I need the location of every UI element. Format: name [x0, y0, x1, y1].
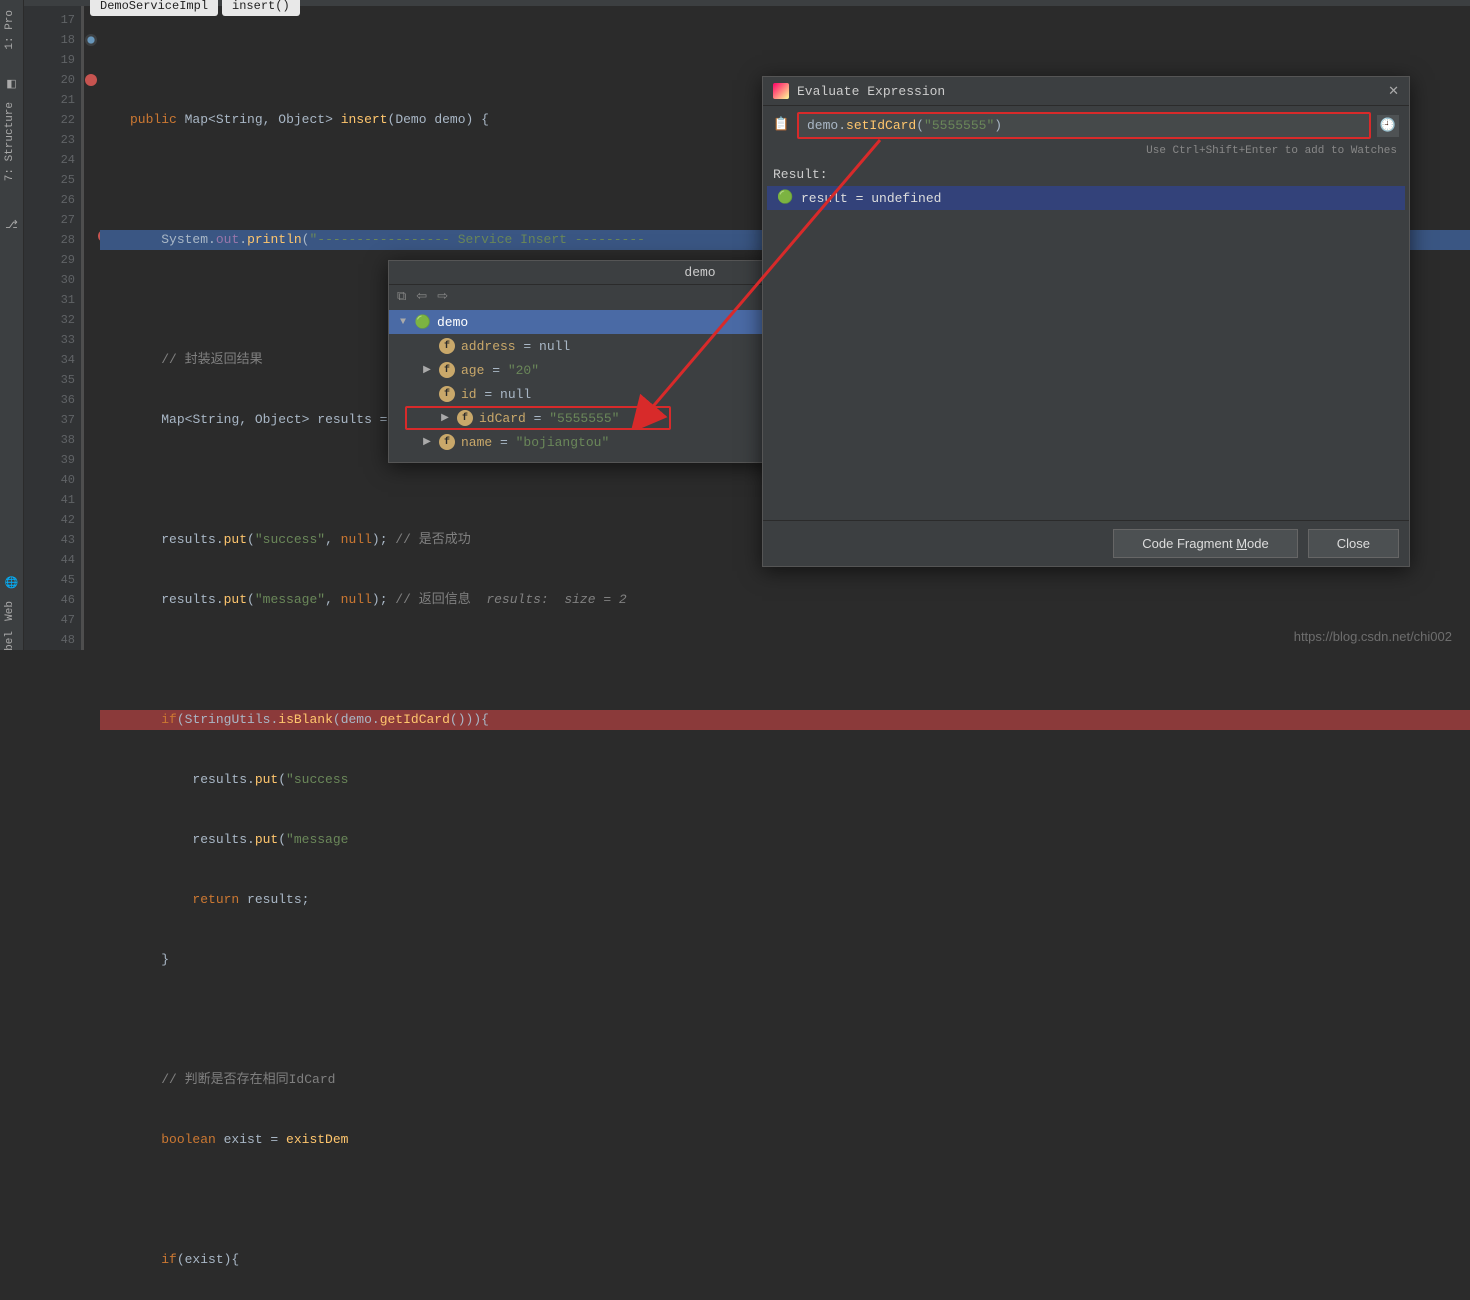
expression-input[interactable]: demo.setIdCard("5555555") [797, 112, 1371, 139]
class-icon: 🟢 [415, 314, 431, 330]
result-area [763, 210, 1409, 520]
breadcrumb: DemoServiceImpl insert() [90, 0, 300, 16]
mode-icon[interactable]: 📋 [773, 117, 791, 135]
field-icon: f [439, 338, 455, 354]
tool-window-project[interactable]: 1: Pro [4, 10, 16, 50]
result-label: Result: [763, 163, 1409, 186]
dialog-titlebar[interactable]: Evaluate Expression ✕ [763, 77, 1409, 106]
field-icon: f [439, 434, 455, 450]
field-icon: f [457, 410, 473, 426]
graph-icon[interactable]: ⎇ [4, 217, 20, 233]
result-icon: 🟢 [777, 190, 793, 206]
field-icon: f [439, 386, 455, 402]
code-line-breakpoint: if(StringUtils.isBlank(demo.getIdCard())… [100, 710, 1470, 730]
tree-field-highlighted[interactable]: ▶ f idCard = "5555555" [405, 406, 671, 430]
copy-icon[interactable]: ⧉ [397, 289, 406, 304]
field-icon: f [439, 362, 455, 378]
watermark: https://blog.csdn.net/chi002 [1294, 629, 1452, 644]
tool-window-bel[interactable]: bel [4, 631, 16, 651]
structure-icon[interactable]: ◧ [4, 76, 20, 92]
result-row[interactable]: 🟢 result = undefined [767, 186, 1405, 210]
expand-icon[interactable]: ▼ [397, 317, 409, 328]
history-icon[interactable]: 🕘 [1377, 115, 1399, 137]
evaluate-expression-dialog[interactable]: Evaluate Expression ✕ 📋 demo.setIdCard("… [762, 76, 1410, 567]
code-line [100, 50, 1470, 70]
expand-icon[interactable]: ▶ [439, 412, 451, 424]
web-icon[interactable]: 🌐 [4, 575, 20, 591]
expand-icon[interactable]: ▶ [421, 436, 433, 448]
code-fragment-mode-button[interactable]: Code Fragment Mode [1113, 529, 1297, 558]
left-tool-strip: 1: Pro ◧ 7: Structure ⎇ 🌐 Web bel [0, 0, 24, 650]
expand-icon[interactable]: ▶ [421, 364, 433, 376]
breadcrumb-class[interactable]: DemoServiceImpl [90, 0, 218, 16]
line-number-gutter[interactable]: 17 18 19 20 21 22 23 24 25 26 27 28 2930… [24, 6, 84, 650]
back-icon[interactable]: ⇦ [416, 289, 427, 304]
tool-window-structure[interactable]: 7: Structure [4, 102, 16, 181]
breadcrumb-method[interactable]: insert() [222, 0, 300, 16]
close-button[interactable]: Close [1308, 529, 1399, 558]
tool-window-web[interactable]: Web [4, 601, 16, 621]
app-icon [773, 83, 789, 99]
close-icon[interactable]: ✕ [1388, 84, 1399, 99]
forward-icon[interactable]: ⇨ [437, 289, 448, 304]
hint-text: Use Ctrl+Shift+Enter to add to Watches [763, 145, 1409, 163]
dialog-title: Evaluate Expression [797, 84, 1388, 99]
